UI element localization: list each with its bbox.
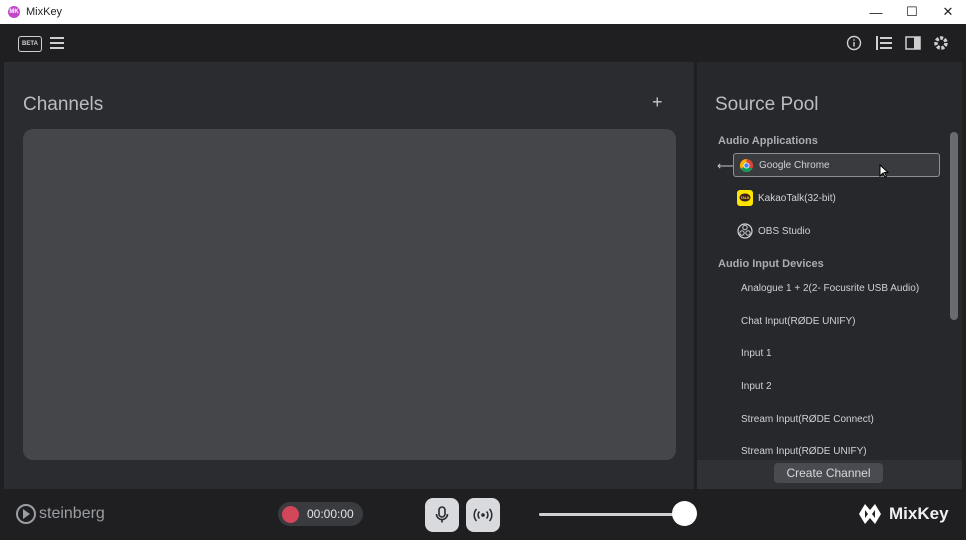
channels-panel: Channels +	[4, 62, 694, 489]
info-icon[interactable]	[845, 34, 863, 52]
kakaotalk-icon: TALK	[737, 190, 753, 206]
brand-label: MixKey	[889, 504, 949, 523]
microphone-icon	[435, 506, 449, 523]
device-item[interactable]: Chat Input(RØDE UNIFY)	[741, 316, 855, 327]
top-toolbar: BETA	[0, 24, 966, 62]
audio-applications-label: Audio Applications	[718, 135, 818, 147]
steinberg-logo: steinberg	[16, 504, 105, 524]
create-channel-button[interactable]: Create Channel	[774, 463, 883, 483]
source-pool-title: Source Pool	[715, 94, 819, 115]
window-title: MixKey	[26, 6, 63, 18]
bottom-bar: steinberg 00:00:00 MixKey	[0, 489, 966, 540]
mixkey-logo-icon	[859, 504, 881, 524]
add-channel-button[interactable]: +	[652, 92, 663, 113]
sidebar-icon[interactable]	[904, 34, 922, 52]
mixkey-app-icon: MK	[8, 6, 20, 18]
source-item-google-chrome[interactable]: Google Chrome	[733, 153, 940, 178]
audio-input-devices-label: Audio Input Devices	[718, 258, 824, 270]
list-icon[interactable]	[875, 34, 893, 52]
source-item-obs-studio[interactable]: OBS Studio	[733, 219, 940, 243]
record-control[interactable]: 00:00:00	[278, 502, 363, 526]
device-item[interactable]: Analogue 1 + 2(2- Focusrite USB Audio)	[741, 283, 919, 294]
chrome-icon	[738, 157, 754, 173]
maximize-button[interactable]: ☐	[894, 0, 930, 24]
record-icon[interactable]	[282, 505, 299, 523]
device-item[interactable]: Input 2	[741, 381, 772, 392]
svg-text:TALK: TALK	[740, 196, 750, 200]
app-window: MK MixKey — ☐ ✕ BETA Channels + Source P…	[0, 0, 966, 540]
obs-icon	[737, 223, 753, 239]
volume-slider-thumb[interactable]	[672, 501, 698, 526]
volume-slider-track[interactable]	[539, 513, 687, 516]
device-item[interactable]: Input 1	[741, 348, 772, 359]
mouse-cursor-icon	[879, 163, 890, 181]
record-timer: 00:00:00	[307, 507, 354, 521]
source-item-label: Google Chrome	[759, 159, 830, 171]
mixkey-brand: MixKey	[857, 502, 949, 526]
device-item[interactable]: Stream Input(RØDE UNIFY)	[741, 446, 867, 457]
minimize-button[interactable]: —	[858, 0, 894, 24]
steinberg-label: steinberg	[39, 505, 105, 522]
source-pool-footer: Create Channel	[697, 460, 962, 489]
arrow-left-icon: ⟵	[717, 159, 735, 173]
source-item-kakaotalk[interactable]: TALK KakaoTalk(32-bit)	[733, 186, 940, 210]
source-item-label: KakaoTalk(32-bit)	[758, 192, 836, 204]
close-button[interactable]: ✕	[930, 0, 966, 24]
gear-icon[interactable]	[932, 34, 950, 52]
device-item[interactable]: Stream Input(RØDE Connect)	[741, 414, 874, 425]
channels-drop-area[interactable]	[23, 129, 676, 460]
microphone-button[interactable]	[425, 498, 459, 532]
broadcast-button[interactable]	[466, 498, 500, 532]
title-bar: MK MixKey — ☐ ✕	[0, 0, 966, 24]
steinberg-icon	[16, 504, 36, 524]
source-pool-panel: Source Pool Audio Applications ⟵ Google …	[697, 62, 962, 489]
source-pool-scrollbar[interactable]	[950, 132, 958, 320]
channels-title: Channels	[23, 94, 104, 115]
beta-badge-icon[interactable]: BETA	[18, 36, 42, 52]
broadcast-icon	[473, 508, 493, 522]
source-item-label: OBS Studio	[758, 225, 811, 237]
menu-icon[interactable]	[50, 37, 64, 49]
